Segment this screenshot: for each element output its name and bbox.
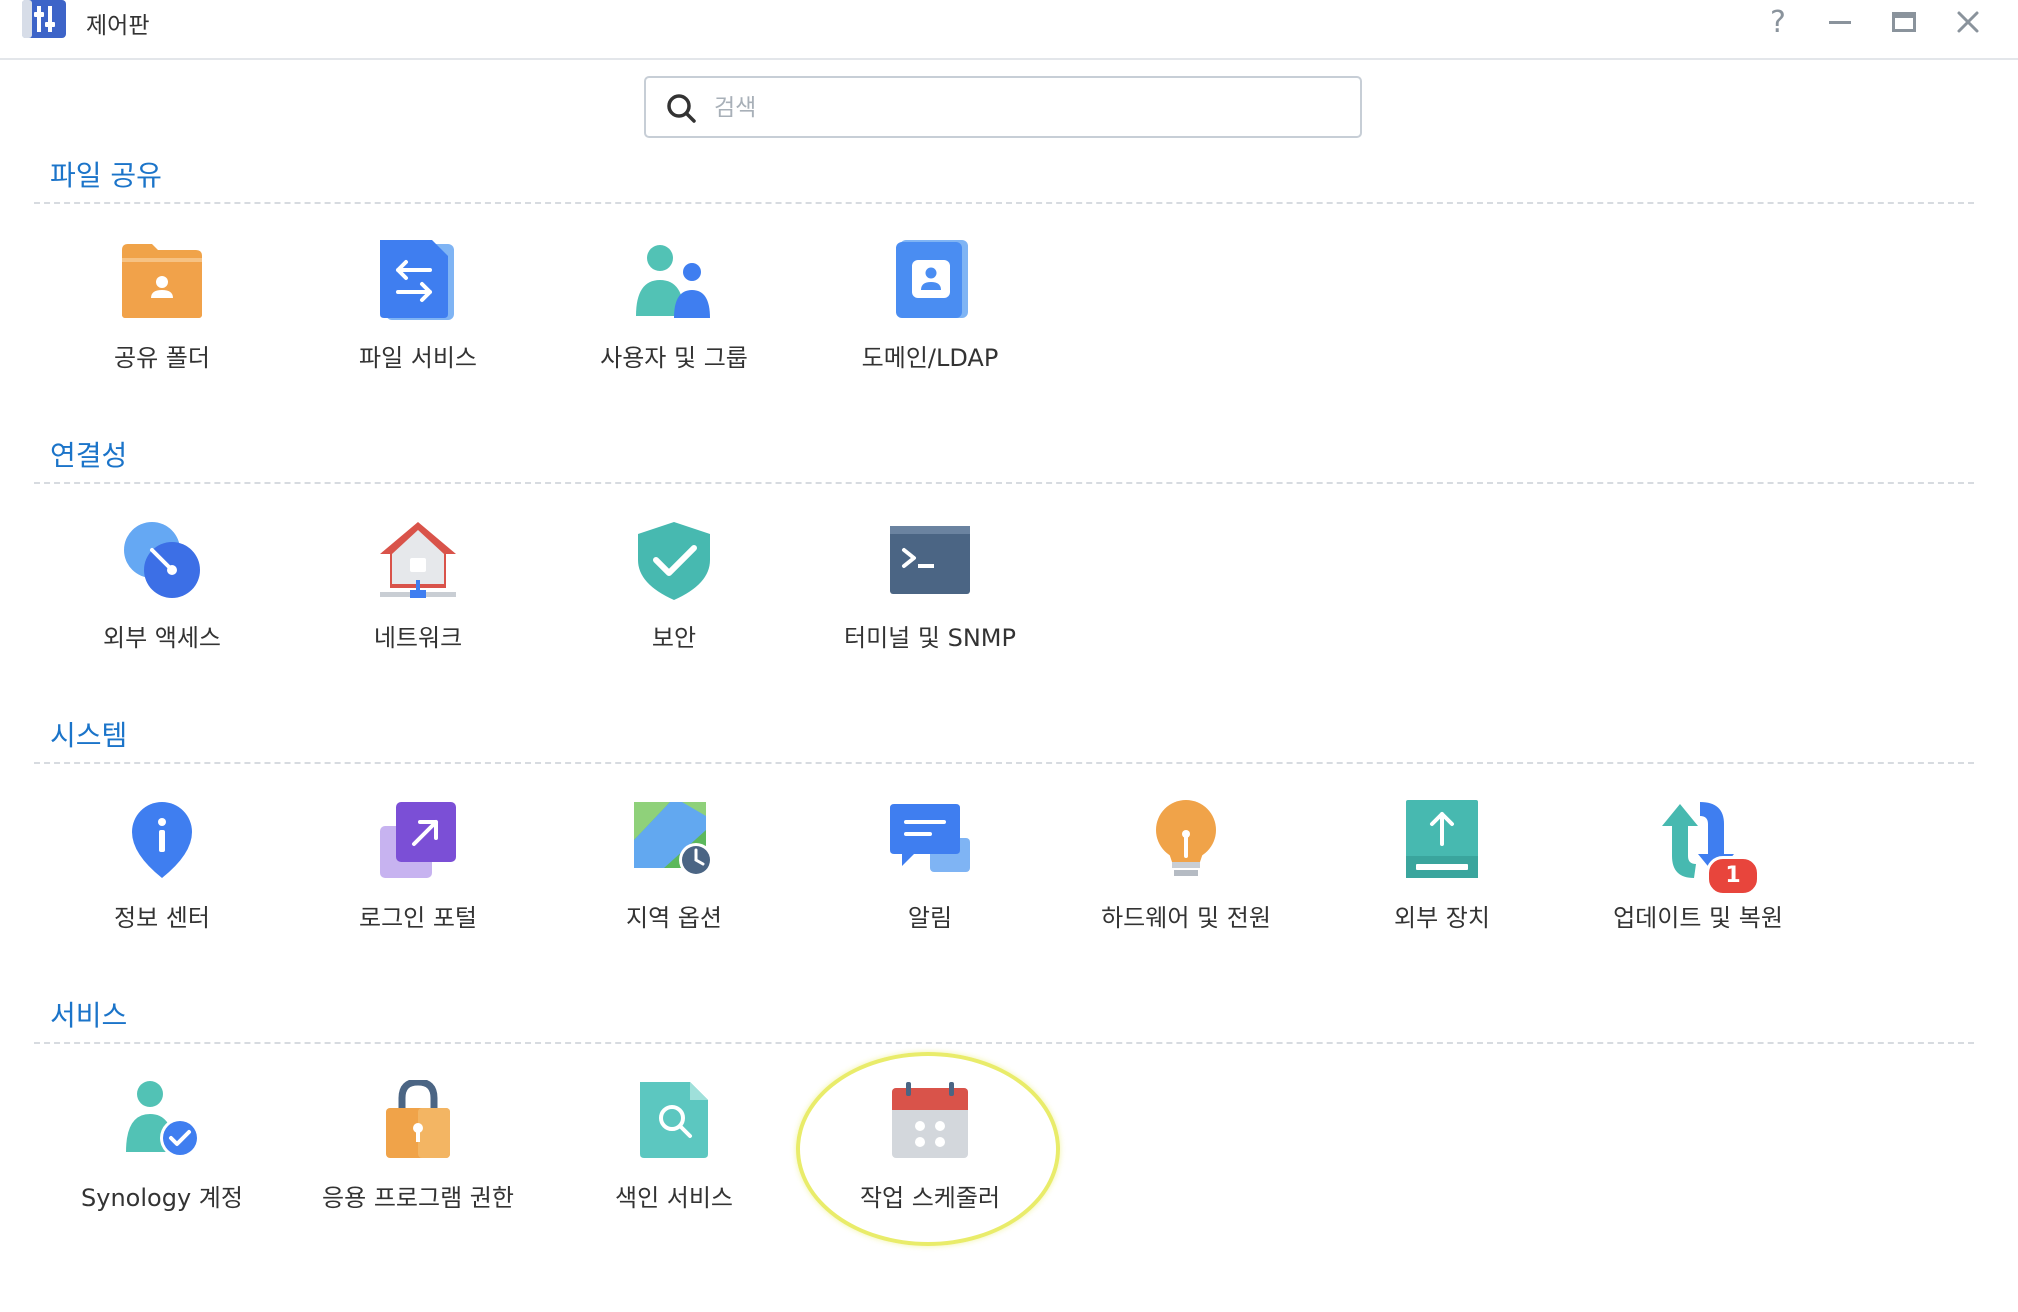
- help-icon: ?: [1770, 4, 1786, 40]
- section-divider: [34, 202, 1974, 204]
- tile-label: 색인 서비스: [614, 1184, 734, 1212]
- tile-label: 로그인 포털: [358, 904, 478, 932]
- tile-update-restore[interactable]: 업데이트 및 복원: [1578, 800, 1818, 960]
- login-portal-icon: [380, 802, 456, 878]
- tile-label: 외부 액세스: [102, 624, 222, 652]
- control-panel-app-icon: [22, 0, 66, 40]
- tile-label: 정보 센터: [114, 904, 210, 932]
- file-services-icon: [380, 240, 454, 320]
- tile-label: 공유 폴더: [114, 344, 210, 372]
- tile-network[interactable]: 네트워크: [298, 520, 538, 680]
- tile-label: 지역 옵션: [626, 904, 722, 932]
- minimize-button[interactable]: [1822, 4, 1858, 40]
- section-title-connectivity: 연결성: [50, 439, 128, 472]
- shared-folder-icon: [122, 244, 202, 318]
- tile-notification[interactable]: 알림: [810, 800, 1050, 960]
- minimize-icon: [1829, 21, 1851, 24]
- external-access-icon: [124, 522, 200, 598]
- section-divider: [34, 762, 1974, 764]
- domain-ldap-icon: [896, 240, 968, 318]
- info-center-icon: [132, 802, 192, 878]
- tile-label: Synology 계정: [81, 1184, 243, 1212]
- close-icon: [1957, 11, 1979, 33]
- security-shield-icon: [638, 522, 710, 600]
- regional-options-icon: [634, 802, 713, 877]
- tile-external-access[interactable]: 외부 액세스: [42, 520, 282, 680]
- tile-label: 보안: [651, 624, 697, 652]
- external-devices-icon: [1406, 800, 1478, 878]
- task-scheduler-highlight-ring: [796, 1052, 1060, 1246]
- section-title-services: 서비스: [50, 999, 128, 1032]
- tile-label: 응용 프로그램 권한: [322, 1184, 514, 1212]
- section-title-file-sharing: 파일 공유: [50, 159, 162, 192]
- indexing-service-icon: [640, 1082, 708, 1158]
- tile-indexing-service[interactable]: 색인 서비스: [554, 1080, 794, 1240]
- title-bar: 제어판 ?: [0, 0, 2018, 60]
- maximize-button[interactable]: [1886, 4, 1922, 40]
- section-divider: [34, 1042, 1974, 1044]
- help-button[interactable]: ?: [1760, 4, 1796, 40]
- tile-shared-folder[interactable]: 공유 폴더: [42, 240, 282, 400]
- tile-label: 사용자 및 그룹: [600, 344, 748, 372]
- synology-account-icon: [126, 1081, 200, 1158]
- search-box[interactable]: [644, 76, 1362, 138]
- hardware-power-icon: [1156, 800, 1216, 876]
- network-icon: [380, 522, 456, 598]
- window-title: 제어판: [86, 13, 150, 39]
- tile-label: 네트워크: [373, 624, 463, 652]
- user-group-icon: [636, 245, 710, 318]
- tile-external-devices[interactable]: 외부 장치: [1322, 800, 1562, 960]
- tile-label: 파일 서비스: [358, 344, 478, 372]
- tile-file-services[interactable]: 파일 서비스: [298, 240, 538, 400]
- tile-login-portal[interactable]: 로그인 포털: [298, 800, 538, 960]
- maximize-icon: [1892, 12, 1916, 32]
- tile-application-privileges[interactable]: 응용 프로그램 권한: [298, 1080, 538, 1240]
- tile-synology-account[interactable]: Synology 계정: [42, 1080, 282, 1240]
- section-title-system: 시스템: [50, 719, 128, 752]
- search-icon: [667, 94, 696, 123]
- tile-terminal-snmp[interactable]: 터미널 및 SNMP: [810, 520, 1050, 680]
- tile-security[interactable]: 보안: [554, 520, 794, 680]
- tile-label: 하드웨어 및 전원: [1101, 904, 1271, 932]
- terminal-icon: [890, 526, 970, 594]
- tile-hardware-power[interactable]: 하드웨어 및 전원: [1066, 800, 1306, 960]
- tile-label: 도메인/LDAP: [861, 344, 999, 372]
- tile-label: 알림: [907, 904, 953, 932]
- notification-icon: [890, 804, 970, 872]
- tile-user-group[interactable]: 사용자 및 그룹: [554, 240, 794, 400]
- search-input[interactable]: [712, 88, 1336, 128]
- tile-info-center[interactable]: 정보 센터: [42, 800, 282, 960]
- update-count-badge: 1: [1706, 856, 1760, 896]
- application-privileges-icon: [386, 1080, 450, 1158]
- tile-label: 터미널 및 SNMP: [844, 624, 1016, 652]
- tile-regional-options[interactable]: 지역 옵션: [554, 800, 794, 960]
- section-divider: [34, 482, 1974, 484]
- close-button[interactable]: [1950, 4, 1986, 40]
- tile-label: 업데이트 및 복원: [1613, 904, 1783, 932]
- tile-domain-ldap[interactable]: 도메인/LDAP: [810, 240, 1050, 400]
- tile-label: 외부 장치: [1394, 904, 1490, 932]
